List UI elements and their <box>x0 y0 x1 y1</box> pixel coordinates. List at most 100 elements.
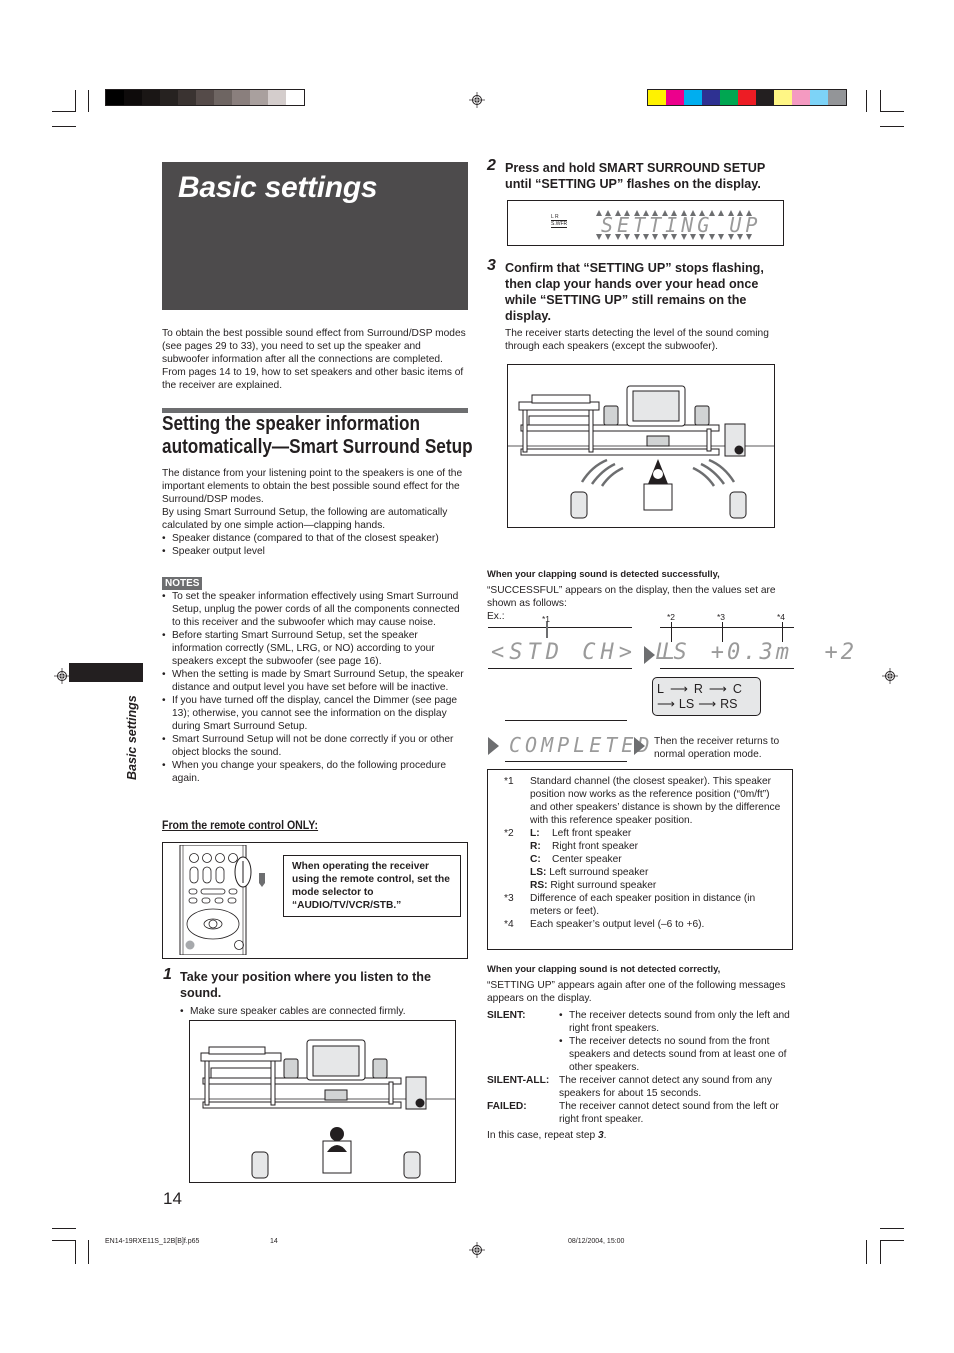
bullet-item: The receiver detects sound from only the… <box>559 1009 795 1035</box>
channel-desc: Center speaker <box>552 854 622 865</box>
channel-key: LS: <box>530 867 547 878</box>
footnote-4: *4 Each speaker’s output level (–6 to +6)… <box>504 918 782 931</box>
page-number: 14 <box>163 1189 182 1208</box>
step-number: 3 <box>487 257 496 274</box>
title-banner: Basic settings <box>162 162 468 310</box>
footnote-2: *2 L: Left front speaker R: Right front sp… <box>504 827 782 892</box>
channel-label: RS <box>720 696 738 711</box>
sequence-line-1: L ⟶ R ⟶ C <box>657 681 742 697</box>
arrow-right-icon <box>634 737 645 755</box>
section-heading-line: automatically—Smart Surround Setup <box>162 436 473 458</box>
footnote-key: *2 <box>504 828 514 839</box>
cmyk-color-bar <box>647 89 847 106</box>
note-item: Smart Surround Setup will not be done co… <box>162 733 470 759</box>
arrow-right-icon: ⟶ <box>708 682 727 696</box>
color-swatch <box>124 90 142 105</box>
success-text: “SUCCESSFUL” appears on the display, the… <box>487 585 776 609</box>
remote-heading: From the remote control ONLY: <box>162 818 319 832</box>
color-swatch <box>232 90 250 105</box>
page-title: Basic settings <box>178 171 378 204</box>
channel-sequence-callout: L ⟶ R ⟶ C ⟶ LS ⟶ RS <box>652 677 761 716</box>
display-rule <box>660 668 794 669</box>
step-1-number: 1 <box>163 966 172 984</box>
color-swatch <box>196 90 214 105</box>
crop-mark <box>880 1240 904 1241</box>
footnote-text: Each speaker’s output level (–6 to +6). <box>530 919 705 930</box>
section-body: The distance from your listening point t… <box>162 467 470 558</box>
color-swatch <box>720 90 738 105</box>
channel-label: R <box>693 681 703 696</box>
step-number: 1 <box>163 966 172 983</box>
registration-mark-icon <box>469 1242 485 1258</box>
channel-label: C <box>732 681 742 696</box>
section-paragraph: The distance from your listening point t… <box>162 468 463 505</box>
color-swatch <box>268 90 286 105</box>
crop-mark <box>52 1228 76 1229</box>
repeat-instruction: In this case, repeat step 3. <box>487 1129 795 1142</box>
color-swatch <box>666 90 684 105</box>
room-illustration-clapping <box>507 364 775 528</box>
footnote-key: *3 <box>504 893 514 904</box>
color-swatch <box>160 90 178 105</box>
color-swatch <box>648 90 666 105</box>
color-swatch <box>684 90 702 105</box>
crop-mark <box>880 126 904 127</box>
note-item: Before starting Smart Surround Setup, se… <box>162 629 470 668</box>
crop-mark <box>866 90 867 112</box>
repeat-text: In this case, repeat step <box>487 1130 598 1141</box>
step-3-description: The receiver starts detecting the level … <box>505 328 769 352</box>
failure-text: “SETTING UP” appears again after one of … <box>487 980 786 1004</box>
crop-mark <box>75 90 76 112</box>
note-item: When you change your speakers, do the fo… <box>162 759 470 785</box>
completed-text: Then the receiver returns to normal oper… <box>654 736 780 760</box>
color-swatch <box>810 90 828 105</box>
footnote-1: *1 Standard channel (the closest speaker)… <box>504 775 782 827</box>
arrow-right-icon <box>488 737 499 755</box>
message-key: FAILED: <box>487 1101 527 1112</box>
step-1-text: Take your position where you listen to t… <box>180 970 431 1000</box>
channel-key: RS: <box>530 880 548 891</box>
crop-mark <box>52 126 76 127</box>
channel-key: R: <box>530 841 541 852</box>
section-heading-line: Setting the speaker information <box>162 413 421 435</box>
step-3-number: 3 <box>487 257 496 275</box>
room-illustration-listening-position <box>189 1020 456 1183</box>
crop-mark <box>866 1240 867 1264</box>
message-key: SILENT: <box>487 1010 526 1021</box>
display-rule <box>488 627 632 628</box>
note-item: To set the speaker information effective… <box>162 590 470 629</box>
notes-list: To set the speaker information effective… <box>162 590 470 785</box>
step-3-text: Confirm that “SETTING UP” stops flashing… <box>505 261 764 323</box>
message-text: The receiver cannot detect any sound fro… <box>559 1075 772 1099</box>
marker-3: *3 <box>717 612 726 622</box>
crop-mark <box>880 1228 904 1229</box>
marker-line <box>722 622 723 642</box>
registration-mark-icon <box>882 668 898 684</box>
failure-heading: When your clapping sound is not detected… <box>487 963 721 974</box>
marker-line <box>546 622 548 638</box>
step-1-bullets: Make sure speaker cables are connected f… <box>180 1005 460 1018</box>
footnote-text: Standard channel (the closest speaker). … <box>530 776 781 826</box>
footnote-text: Difference of each speaker position in d… <box>530 893 756 917</box>
arrow-right-icon: ⟶ <box>657 697 675 711</box>
channel-label: LS <box>678 696 695 711</box>
color-swatch <box>702 90 720 105</box>
remote-control-box: When operating the receiver using the re… <box>162 842 468 959</box>
message-silent: SILENT: The receiver detects sound from … <box>487 1009 795 1074</box>
crop-mark <box>75 1240 76 1264</box>
bullet-item: Speaker distance (compared to that of th… <box>162 532 470 545</box>
display-text: SETTING UP <box>601 213 762 237</box>
channel-label: L <box>657 681 664 696</box>
color-swatch <box>774 90 792 105</box>
display-rule <box>505 720 627 721</box>
color-swatch <box>178 90 196 105</box>
section-heading: Setting the speaker information automati… <box>162 413 473 459</box>
step-2-number: 2 <box>487 157 496 175</box>
notes-tag: NOTES <box>162 577 203 590</box>
side-tab-label: Basic settings <box>125 695 139 780</box>
display-setting-up: L R S.WFR SETTING UP <box>507 200 784 246</box>
failure-messages: SILENT: The receiver detects sound from … <box>487 1009 795 1142</box>
crop-mark <box>880 1240 881 1264</box>
display-indicators: L R S.WFR <box>551 214 568 228</box>
display-rule <box>660 627 794 628</box>
